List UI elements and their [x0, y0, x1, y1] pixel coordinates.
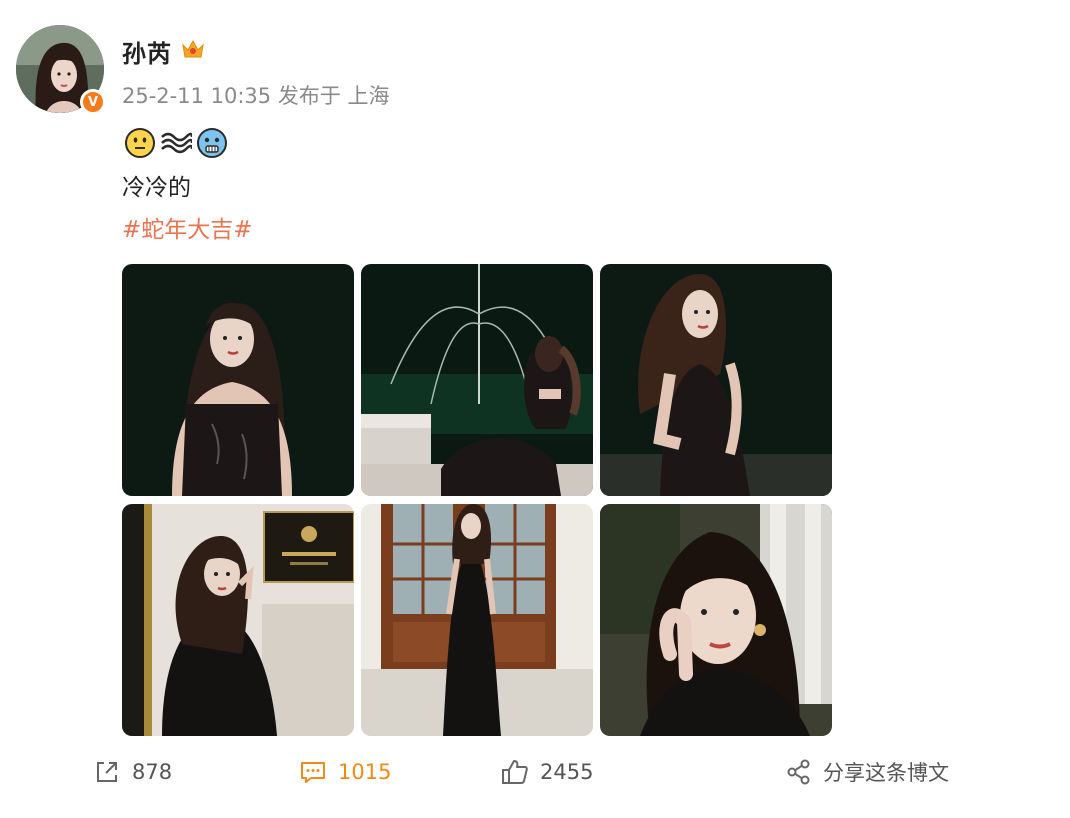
like-button[interactable]: 2455: [500, 748, 593, 796]
share-label: 分享这条博文: [823, 761, 949, 785]
comment-button[interactable]: 1015: [298, 748, 391, 796]
photo-woman-closeup-earring[interactable]: [600, 504, 832, 736]
photo-grid: [122, 264, 832, 736]
comment-icon: [301, 762, 325, 783]
repost-icon: [97, 762, 117, 782]
comment-count: 1015: [338, 760, 392, 784]
repost-button[interactable]: 878: [92, 748, 172, 796]
crown-icon[interactable]: [180, 37, 206, 61]
cold-face-emoji: [197, 128, 227, 158]
wave-emoji: [161, 132, 192, 154]
like-count: 2455: [540, 760, 594, 784]
emoji-row: [124, 127, 228, 159]
photo-woman-black-dress-posing[interactable]: [600, 264, 832, 496]
photo-woman-long-dress-wooden-door[interactable]: [361, 504, 593, 736]
share-button[interactable]: 分享这条博文: [785, 748, 949, 796]
hashtag-link[interactable]: #蛇年大吉#: [122, 210, 253, 244]
verified-icon: V: [80, 89, 106, 115]
photo-woman-black-coat-door[interactable]: [122, 504, 354, 736]
thumbs-up-icon: [502, 760, 528, 784]
neutral-face-emoji: [125, 128, 155, 158]
post-timestamp-location[interactable]: 25-2-11 10:35 发布于 上海: [122, 80, 390, 110]
post-text: 冷冷的: [122, 175, 191, 201]
post-action-bar: 878 1015 2455 分享这条博文: [0, 748, 1070, 796]
user-avatar[interactable]: V: [16, 25, 106, 115]
photo-woman-black-dress-night[interactable]: [122, 264, 354, 496]
user-name[interactable]: 孙芮: [122, 34, 172, 69]
share-icon: [787, 759, 810, 785]
repost-count: 878: [132, 760, 173, 784]
photo-fountain-back-view[interactable]: [361, 264, 593, 496]
